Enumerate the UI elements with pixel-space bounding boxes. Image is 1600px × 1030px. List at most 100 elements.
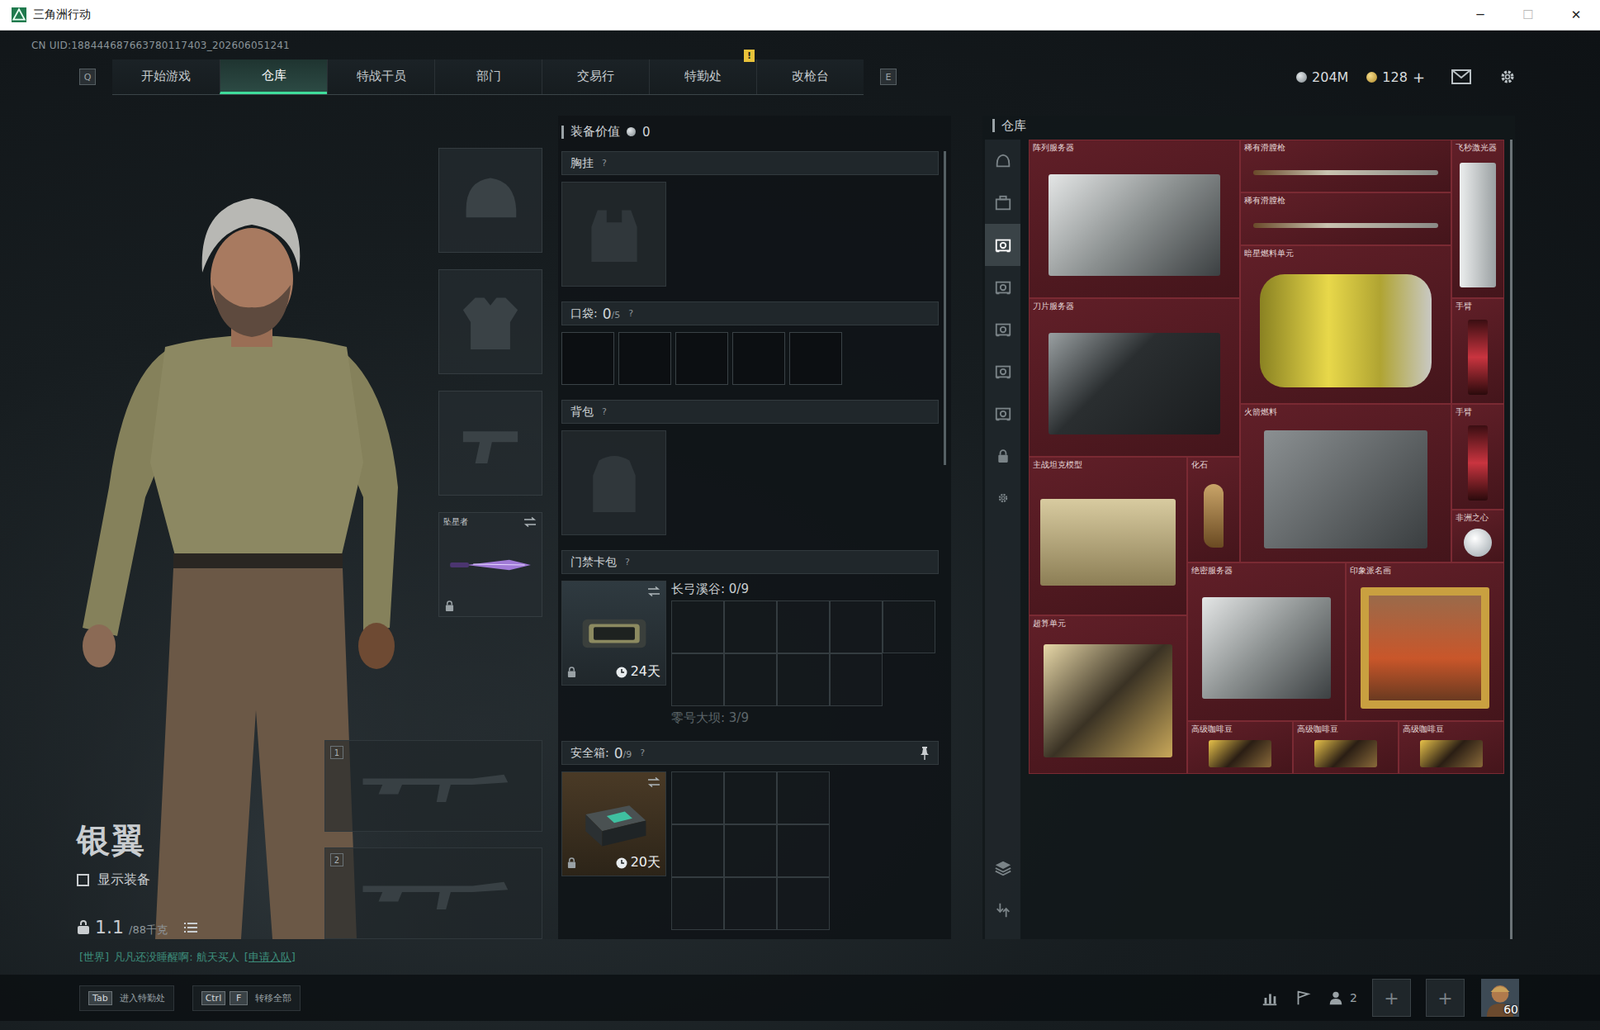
key-hint[interactable]: CtrlF转移全部 [192, 984, 302, 1011]
window-control-button[interactable]: ✕ [1552, 0, 1600, 30]
equipment-slot[interactable] [438, 147, 543, 253]
pocket-slot[interactable] [789, 331, 843, 385]
swap-icon[interactable] [523, 516, 537, 527]
safebox-cell[interactable] [724, 876, 777, 930]
warehouse-item[interactable]: 高级咖啡豆 [1187, 720, 1293, 774]
warehouse-tab[interactable] [984, 265, 1021, 308]
warehouse-item[interactable]: 非洲之心 [1451, 509, 1505, 563]
pin-icon[interactable] [919, 746, 930, 760]
warehouse-tab[interactable] [984, 181, 1021, 224]
safebox-cell[interactable] [724, 823, 777, 877]
nav-tab[interactable]: 特战干员 [326, 59, 435, 95]
keycard-cell[interactable] [829, 600, 883, 654]
warehouse-item[interactable]: 主战坦克模型 [1028, 456, 1188, 616]
keycard-cell[interactable] [671, 600, 725, 654]
help-button[interactable]: ? [601, 157, 607, 169]
keycard-cell[interactable] [724, 600, 777, 654]
warehouse-item[interactable]: 刀片服务器 [1028, 298, 1241, 457]
warehouse-item[interactable]: 超算单元 [1028, 615, 1188, 774]
pocket-slot[interactable] [561, 331, 615, 385]
warehouse-item[interactable]: 火箭燃料 [1240, 403, 1452, 563]
pocket-slot[interactable] [675, 331, 729, 385]
weapon-slot[interactable]: 1 [324, 739, 543, 832]
warehouse-item[interactable]: 绝密服务器 [1187, 562, 1346, 721]
nav-tab[interactable]: 改枪台 [756, 59, 864, 95]
safebox-cell[interactable] [671, 876, 725, 930]
nav-tab[interactable]: 开始游戏 [112, 59, 220, 95]
invite-slot[interactable]: + [1372, 978, 1411, 1017]
warehouse-item[interactable]: 高级咖啡豆 [1398, 720, 1505, 774]
swap-icon[interactable] [647, 586, 661, 597]
equipment-slot[interactable] [438, 269, 543, 374]
invite-slot[interactable]: + [1425, 978, 1465, 1017]
player-avatar[interactable]: 60 [1479, 978, 1521, 1017]
checkbox-box[interactable] [76, 873, 90, 886]
squad-button[interactable]: 2 [1326, 988, 1358, 1007]
equipment-slot[interactable]: 坠星者 [438, 511, 543, 617]
keycard-cell[interactable] [829, 653, 883, 706]
keycard-cell[interactable] [882, 600, 936, 654]
next-key[interactable]: E [880, 68, 897, 86]
warehouse-tool[interactable] [984, 846, 1021, 889]
warehouse-tab[interactable] [984, 223, 1021, 266]
pocket-slot[interactable] [618, 331, 672, 385]
keycard-cell[interactable] [724, 653, 777, 706]
nav-tab[interactable]: 部门 [434, 59, 542, 95]
safebox-cell[interactable] [776, 771, 830, 824]
mail-icon[interactable] [1451, 68, 1472, 86]
warehouse-item[interactable]: 阵列服务器 [1028, 139, 1241, 299]
help-button[interactable]: ? [624, 556, 630, 568]
warehouse-tab[interactable] [984, 307, 1021, 351]
help-button[interactable]: ? [628, 307, 634, 319]
safebox-cell[interactable] [776, 823, 830, 877]
swap-icon[interactable] [647, 776, 661, 787]
safebox-item[interactable]: 20天 [561, 771, 667, 876]
warehouse-item[interactable]: 稀有滑膛枪 [1240, 139, 1452, 193]
warehouse-tab[interactable] [984, 476, 1021, 519]
warehouse-tab[interactable] [984, 392, 1021, 435]
warehouse-item[interactable]: 印象派名画 [1345, 562, 1505, 721]
backpack-slot[interactable] [561, 430, 667, 535]
equipment-slot[interactable] [438, 390, 543, 496]
map-label[interactable]: 长弓溪谷: 0/9 [671, 580, 936, 597]
warehouse-tab[interactable] [984, 434, 1021, 477]
warehouse-item[interactable]: 高级咖啡豆 [1292, 720, 1399, 774]
keycard-cell[interactable] [776, 653, 830, 706]
weapon-slot[interactable]: 2 [324, 847, 543, 939]
nav-tab[interactable]: 交易行 [541, 59, 649, 95]
keycard-cell[interactable] [776, 600, 830, 654]
loadout-scrollbar[interactable] [943, 151, 947, 465]
safebox-cell[interactable] [724, 771, 777, 824]
warehouse-item[interactable]: 稀有滑膛枪 [1240, 192, 1452, 246]
key-hint[interactable]: Tab进入特勤处 [79, 984, 175, 1011]
stats-icon[interactable] [1260, 988, 1279, 1007]
safebox-cell[interactable] [671, 771, 725, 824]
help-button[interactable]: ? [639, 747, 645, 758]
warehouse-item[interactable]: 暗星燃料单元 [1240, 245, 1452, 404]
chest-rig-slot[interactable] [561, 181, 667, 287]
window-control-button[interactable]: ─ [1456, 0, 1505, 30]
join-team-link[interactable]: [申请入队] [244, 949, 296, 965]
warehouse-tab[interactable] [984, 139, 1021, 182]
show-gear-checkbox[interactable]: 显示装备 [76, 871, 325, 889]
flag-icon[interactable] [1293, 988, 1312, 1007]
help-button[interactable]: ? [601, 406, 607, 417]
nav-tab[interactable]: 特勤处! [648, 59, 757, 95]
warehouse-tab[interactable] [984, 350, 1021, 393]
prev-key[interactable]: Q [79, 68, 96, 86]
list-icon[interactable] [184, 921, 198, 933]
warehouse-tool[interactable] [984, 888, 1021, 931]
warehouse-item[interactable]: 手臂 [1451, 403, 1505, 510]
keycard-cell[interactable] [671, 653, 725, 706]
safebox-cell[interactable] [671, 823, 725, 877]
warehouse-item[interactable]: 化石 [1187, 456, 1241, 563]
add-currency-button[interactable]: + [1412, 68, 1425, 86]
safebox-cell[interactable] [776, 876, 830, 930]
pocket-slot[interactable] [732, 331, 786, 385]
warehouse-scrollbar[interactable] [1510, 139, 1513, 939]
nav-tab[interactable]: 仓库 [219, 59, 327, 95]
keycard-holder[interactable]: 24天 [561, 580, 667, 686]
map-label[interactable]: 零号大坝: 3/9 [671, 709, 936, 726]
window-control-button[interactable]: ☐ [1504, 0, 1553, 30]
warehouse-item[interactable]: 飞秒激光器 [1451, 139, 1505, 299]
